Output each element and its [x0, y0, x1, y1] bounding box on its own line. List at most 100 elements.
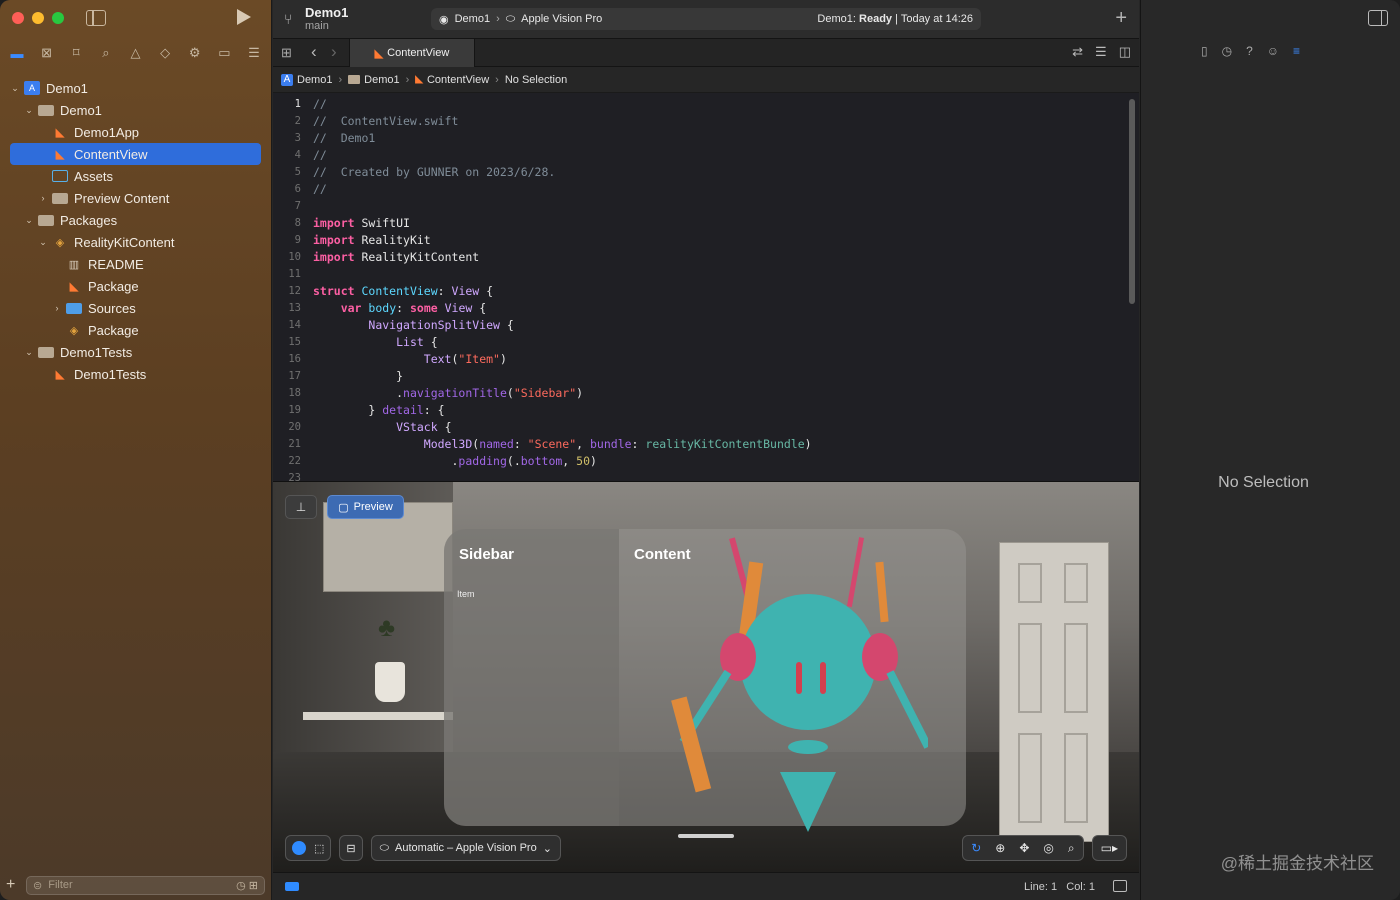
code-line[interactable]: 19 } detail: { [273, 401, 1139, 418]
interact-icon[interactable]: ↻ [971, 841, 981, 855]
code-line[interactable]: 22 .padding(.bottom, 50) [273, 452, 1139, 469]
code-line[interactable]: 18 .navigationTitle("Sidebar") [273, 384, 1139, 401]
tree-row[interactable]: ◣ Demo1App [0, 121, 271, 143]
code-line[interactable]: 21 Model3D(named: "Scene", bundle: reali… [273, 435, 1139, 452]
code-line[interactable]: 20 VStack { [273, 418, 1139, 435]
variants-button[interactable]: ⊟ [339, 835, 363, 861]
source-control-icon[interactable]: ⇄ [1072, 44, 1083, 60]
robot-3d-model[interactable] [668, 537, 928, 837]
tree-row[interactable]: ⌄ ◈ RealityKitContent [0, 231, 271, 253]
activity-view[interactable]: ◉ Demo1 › ⬭ Apple Vision Pro Demo1: Read… [431, 8, 981, 30]
code-line[interactable]: 11 [273, 265, 1139, 282]
tree-row[interactable]: › Sources [0, 297, 271, 319]
scheme-name[interactable]: Demo1 [455, 13, 490, 25]
code-line[interactable]: 9 import RealityKit [273, 231, 1139, 248]
editor-options-icon[interactable]: ☰ [1095, 44, 1107, 60]
branch-name[interactable]: main [305, 20, 329, 32]
code-line[interactable]: 5 // Created by GUNNER on 2023/6/28. [273, 163, 1139, 180]
issue-navigator-tab-icon[interactable]: △ [125, 42, 147, 64]
test-navigator-tab-icon[interactable]: ◇ [154, 42, 176, 64]
code-line[interactable]: 6 // [273, 180, 1139, 197]
chevron-down-icon[interactable]: ⌄ [24, 105, 34, 116]
orbit-icon[interactable]: ⊕ [995, 841, 1005, 855]
code-line[interactable]: 10 import RealityKitContent [273, 248, 1139, 265]
chevron-right-icon[interactable]: › [38, 193, 48, 203]
code-line[interactable]: 4 // [273, 146, 1139, 163]
tree-row[interactable]: ◣ ContentView [10, 143, 261, 165]
chevron-right-icon[interactable]: › [52, 303, 62, 313]
code-line[interactable]: 16 Text("Item") [273, 350, 1139, 367]
code-line[interactable]: 23 [273, 469, 1139, 482]
accessibility-inspector-icon[interactable]: ☺ [1267, 44, 1279, 58]
device-picker[interactable]: ⬭ Automatic – Apple Vision Pro ⌄ [370, 835, 561, 861]
file-inspector-icon[interactable]: ▯ [1201, 44, 1208, 58]
navigator-toggle-icon[interactable] [86, 10, 106, 26]
attributes-inspector-icon[interactable]: ≡ [1293, 44, 1300, 58]
project-title[interactable]: Demo1 [305, 5, 348, 20]
add-library-icon[interactable]: + [1115, 7, 1127, 30]
chevron-down-icon[interactable]: ⌄ [24, 215, 34, 226]
source-editor[interactable]: 1 // 2 // ContentView.swift 3 // Demo1 4 // 5 // … [273, 93, 1139, 481]
breakpoint-navigator-tab-icon[interactable]: ▭ [213, 42, 235, 64]
code-line[interactable]: 12 struct ContentView: View { [273, 282, 1139, 299]
breadcrumb-item[interactable]: Demo1 [364, 74, 399, 86]
navigator-filter-input[interactable]: ⊜ Filter ◷ ⊞ [26, 875, 265, 895]
code-line[interactable]: 17 } [273, 367, 1139, 384]
bookmark-navigator-tab-icon[interactable]: ⌑ [65, 42, 87, 64]
breadcrumb-item[interactable]: No Selection [505, 74, 567, 86]
chevron-down-icon[interactable]: ⌄ [24, 347, 34, 358]
tree-row[interactable]: ⌄ A Demo1 [0, 77, 271, 99]
tree-row[interactable]: ⌄ Demo1Tests [0, 341, 271, 363]
code-line[interactable]: 13 var body: some View { [273, 299, 1139, 316]
code-line[interactable]: 2 // ContentView.swift [273, 112, 1139, 129]
zoom-window-button[interactable] [52, 12, 64, 24]
project-navigator-tab-icon[interactable]: ▬ [6, 42, 28, 64]
show-debug-area-icon[interactable] [1113, 880, 1127, 892]
code-line[interactable]: 1 // [273, 95, 1139, 112]
tab-contentview[interactable]: ◣ ContentView [349, 39, 475, 67]
sidebar-list-item[interactable]: Item [457, 589, 475, 599]
source-control-navigator-tab-icon[interactable]: ⊠ [36, 42, 58, 64]
debug-navigator-tab-icon[interactable]: ⚙ [184, 42, 206, 64]
tree-row[interactable]: ◣ Package [0, 275, 271, 297]
preview-button[interactable]: ▢ Preview [327, 495, 404, 519]
chevron-down-icon[interactable]: ⌄ [10, 83, 20, 94]
minimize-window-button[interactable] [32, 12, 44, 24]
code-line[interactable]: 14 NavigationSplitView { [273, 316, 1139, 333]
camera-capture-button[interactable]: ▭▸ [1091, 835, 1127, 861]
live-select-toggle[interactable]: ⬚ [285, 835, 332, 861]
code-line[interactable]: 7 [273, 197, 1139, 214]
chevron-down-icon[interactable]: ⌄ [38, 237, 48, 248]
find-navigator-tab-icon[interactable]: ⌕ [95, 42, 117, 64]
pin-preview-button[interactable]: ⊥ [285, 495, 317, 519]
breadcrumb-item[interactable]: Demo1 [297, 74, 332, 86]
back-chevron-icon[interactable]: ‹ [311, 42, 317, 62]
code-line[interactable]: 8 import SwiftUI [273, 214, 1139, 231]
tree-row[interactable]: ⌄ Demo1 [0, 99, 271, 121]
editor-scrollbar[interactable] [1129, 99, 1135, 304]
window-grabber[interactable] [678, 834, 734, 838]
add-file-icon[interactable]: + [6, 876, 20, 894]
close-window-button[interactable] [12, 12, 24, 24]
zoom-icon[interactable]: ⌕ [1068, 841, 1075, 856]
tree-row[interactable]: › Preview Content [0, 187, 271, 209]
code-line[interactable]: 3 // Demo1 [273, 129, 1139, 146]
split-editor-icon[interactable]: ◫ [1119, 44, 1131, 60]
report-navigator-tab-icon[interactable]: ☰ [243, 42, 265, 64]
history-inspector-icon[interactable]: ◷ [1222, 44, 1232, 58]
live-mode-icon[interactable] [292, 841, 306, 855]
forward-chevron-icon[interactable]: › [331, 42, 337, 62]
breadcrumb-item[interactable]: ContentView [427, 74, 489, 86]
tree-row[interactable]: ▥ README [0, 253, 271, 275]
tree-row[interactable]: ◈ Package [0, 319, 271, 341]
quick-help-icon[interactable]: ? [1246, 44, 1253, 58]
tree-row[interactable]: ⌄ Packages [0, 209, 271, 231]
destination-name[interactable]: Apple Vision Pro [521, 13, 602, 25]
code-line[interactable]: 15 List { [273, 333, 1139, 350]
pan-icon[interactable]: ✥ [1019, 841, 1029, 855]
inspector-toggle-icon[interactable] [1368, 10, 1388, 26]
rotate-icon[interactable]: ◎ [1043, 841, 1053, 855]
run-icon[interactable] [237, 9, 251, 25]
selectable-mode-icon[interactable]: ⬚ [314, 842, 324, 855]
tree-row[interactable]: ◣ Demo1Tests [0, 363, 271, 385]
